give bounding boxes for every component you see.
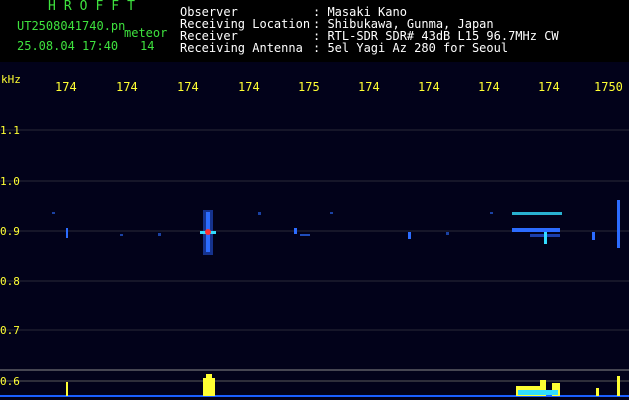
unit-label: kHz bbox=[1, 73, 21, 86]
freq-tick-8: 174 bbox=[478, 80, 500, 94]
freq-tick-1: 174 bbox=[55, 80, 77, 94]
y-tick-1: 1.1 bbox=[0, 124, 20, 137]
freq-tick-2: 174 bbox=[116, 80, 138, 94]
y-tick-6: 0.6 bbox=[0, 375, 20, 388]
y-tick-5: 0.7 bbox=[0, 324, 20, 337]
freq-tick-10: 1750 bbox=[594, 80, 623, 94]
y-tick-4: 0.8 bbox=[0, 275, 20, 288]
freq-tick-4: 174 bbox=[238, 80, 260, 94]
y-tick-2: 1.0 bbox=[0, 175, 20, 188]
y-tick-3: 0.9 bbox=[0, 225, 20, 238]
freq-tick-3: 174 bbox=[177, 80, 199, 94]
freq-tick-7: 174 bbox=[418, 80, 440, 94]
amplitude-cyan bbox=[518, 390, 558, 395]
freq-tick-9: 174 bbox=[538, 80, 560, 94]
freq-tick-6: 174 bbox=[358, 80, 380, 94]
spectrogram-plot bbox=[0, 62, 629, 400]
freq-tick-5: 175 bbox=[298, 80, 320, 94]
